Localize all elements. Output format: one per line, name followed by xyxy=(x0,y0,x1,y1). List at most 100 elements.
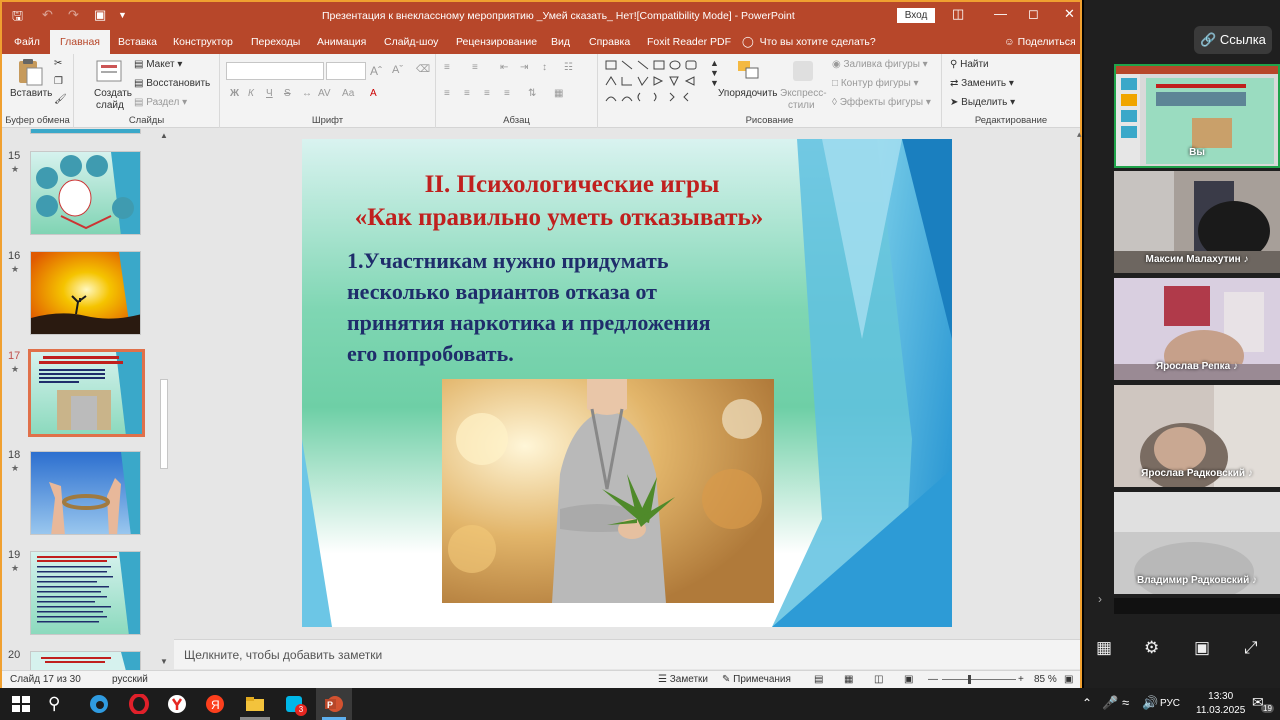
tab-file[interactable]: Файл xyxy=(14,36,40,48)
tab-help[interactable]: Справка xyxy=(589,36,630,48)
spacing-icon[interactable]: ↔ xyxy=(302,88,312,99)
quick-styles-button[interactable]: Экспресс- xyxy=(780,88,827,99)
layout-button[interactable]: ▤ Макет ▾ xyxy=(134,59,182,70)
font-name-select[interactable] xyxy=(226,62,324,80)
collapse-panel-icon[interactable]: › xyxy=(1098,592,1102,606)
windows-start-icon[interactable] xyxy=(10,694,32,714)
smartart-icon[interactable]: ▦ xyxy=(554,88,563,99)
clear-format-icon[interactable]: ⌫ xyxy=(416,64,430,75)
text-direction-icon[interactable]: ⇅ xyxy=(528,88,536,99)
participant-tile[interactable]: Ярослав Репка ♪ xyxy=(1114,278,1280,380)
slide-title-line-2[interactable]: «Как правильно уметь отказывать» xyxy=(304,204,814,232)
bold-button[interactable]: Ж xyxy=(230,88,239,99)
align-center-icon[interactable]: ≡ xyxy=(464,88,470,99)
fit-to-window-icon[interactable]: ▣ xyxy=(1064,674,1073,685)
slide-sorter-icon[interactable]: ▦ xyxy=(844,674,853,685)
zoom-out-icon[interactable]: — xyxy=(928,674,938,685)
expand-icon[interactable]: ▴ xyxy=(1077,129,1082,140)
search-icon[interactable]: ⚲ xyxy=(48,694,70,714)
slide-title-line-1[interactable]: II. Психологические игры xyxy=(302,171,842,199)
participant-tile[interactable]: Ярослав Радковский ♪ xyxy=(1114,385,1280,487)
powerpoint-taskbar-active[interactable]: P xyxy=(316,688,352,720)
underline-button[interactable]: Ч xyxy=(266,88,273,99)
wifi-icon[interactable]: ≈ xyxy=(1122,695,1144,715)
tab-home[interactable]: Главная xyxy=(50,30,110,54)
zoom-in-icon[interactable]: + xyxy=(1018,674,1024,685)
slideshow-view-icon[interactable]: ▣ xyxy=(904,674,913,685)
start-slideshow-icon[interactable]: ▣ xyxy=(94,7,106,23)
scroll-up-icon[interactable]: ▲ xyxy=(160,131,168,140)
zoom-slider[interactable] xyxy=(942,679,1016,680)
tab-foxit[interactable]: Foxit Reader PDF xyxy=(647,36,731,48)
align-left-icon[interactable]: ≡ xyxy=(444,88,450,99)
fullscreen-icon[interactable]: ⤢ xyxy=(1244,638,1264,658)
edge-browser-icon[interactable] xyxy=(88,694,110,714)
shapes-gallery[interactable] xyxy=(604,58,708,108)
bullets-icon[interactable]: ≡ xyxy=(444,62,450,73)
slide-thumbnail-17-selected[interactable] xyxy=(28,349,145,437)
opera-browser-icon[interactable] xyxy=(128,694,150,714)
share-button[interactable]: ☺ Поделиться xyxy=(1004,36,1076,48)
decrease-font-icon[interactable]: Aˇ xyxy=(392,64,403,76)
replace-button[interactable]: ⇄ Заменить ▾ xyxy=(950,78,1014,89)
char-spacing-icon[interactable]: AV xyxy=(318,88,331,99)
cut-icon[interactable]: ✂ xyxy=(54,58,62,69)
grid-view-icon[interactable]: ▦ xyxy=(1096,638,1116,658)
new-slide-icon[interactable] xyxy=(94,58,124,86)
close-icon[interactable]: ✕ xyxy=(1064,6,1075,22)
arrange-icon[interactable] xyxy=(734,58,764,86)
copy-icon[interactable]: ❐ xyxy=(54,76,63,87)
thumbnails-scrollbar[interactable]: ▲ ▼ xyxy=(158,129,170,670)
tab-animations[interactable]: Анимация xyxy=(317,36,366,48)
reading-view-icon[interactable]: ◫ xyxy=(874,674,883,685)
microphone-icon[interactable]: 🎤 xyxy=(1102,695,1124,715)
normal-view-icon[interactable]: ▤ xyxy=(814,674,823,685)
thumbnail-partial[interactable] xyxy=(30,129,141,134)
tell-me-search[interactable]: ◯ Что вы хотите сделать? xyxy=(742,36,876,48)
find-button[interactable]: ⚲ Найти xyxy=(950,59,989,70)
tab-transitions[interactable]: Переходы xyxy=(251,36,300,48)
justify-icon[interactable]: ≡ xyxy=(504,88,510,99)
yandex-icon[interactable]: Я xyxy=(204,694,226,714)
signin-button[interactable]: Вход xyxy=(897,8,935,23)
tab-review[interactable]: Рецензирование xyxy=(456,36,537,48)
strikethrough-button[interactable]: S xyxy=(284,88,291,99)
quick-styles-icon[interactable] xyxy=(788,58,818,86)
minimize-icon[interactable]: — xyxy=(994,6,1007,21)
decrease-indent-icon[interactable]: ⇤ xyxy=(500,62,508,73)
increase-font-icon[interactable]: Aˆ xyxy=(370,64,382,78)
tab-design[interactable]: Конструктор xyxy=(173,36,233,48)
save-icon[interactable]: 🖫 xyxy=(12,7,23,29)
select-button[interactable]: ➤ Выделить ▾ xyxy=(950,97,1015,108)
format-painter-icon[interactable]: 🖌 xyxy=(54,94,67,105)
zoom-slider-thumb[interactable] xyxy=(968,675,971,684)
italic-button[interactable]: К xyxy=(248,88,254,99)
slide-thumbnail-15[interactable] xyxy=(30,151,141,235)
section-button[interactable]: ▤ Раздел ▾ xyxy=(134,97,187,108)
columns-icon[interactable]: ☷ xyxy=(564,62,573,73)
slide-thumbnail-16[interactable] xyxy=(30,251,141,335)
arrange-button[interactable]: Упорядочить xyxy=(718,88,778,99)
font-color-icon[interactable]: A xyxy=(370,88,377,99)
tray-expand-icon[interactable]: ⌃ xyxy=(1082,696,1104,716)
font-size-select[interactable] xyxy=(326,62,366,80)
notes-pane[interactable]: Щелкните, чтобы добавить заметки xyxy=(174,639,1080,669)
participant-tile[interactable]: Владимир Радковский ♪ xyxy=(1114,492,1280,594)
numbering-icon[interactable]: ≡ xyxy=(472,62,478,73)
participant-tile[interactable]: Максим Малахутин ♪ xyxy=(1114,171,1280,273)
slide-canvas[interactable]: II. Психологические игры «Как правильно … xyxy=(302,139,952,627)
scroll-down-icon[interactable]: ▼ xyxy=(160,657,168,666)
language-indicator[interactable]: русский xyxy=(112,674,148,685)
tab-view[interactable]: Вид xyxy=(551,36,570,48)
shape-fill-button[interactable]: ◉ Заливка фигуры ▾ xyxy=(832,59,928,70)
participant-tile-self[interactable]: Вы xyxy=(1114,64,1280,168)
customize-qat-icon[interactable]: ▼ xyxy=(118,10,127,20)
ribbon-display-icon[interactable]: ◫ xyxy=(952,6,964,22)
scrollbar-thumb[interactable] xyxy=(160,379,168,469)
comments-toggle[interactable]: ✎ Примечания xyxy=(722,674,791,685)
paste-icon[interactable] xyxy=(14,58,44,86)
tab-slideshow[interactable]: Слайд-шоу xyxy=(384,36,438,48)
clock[interactable]: 13:30 11.03.2025 xyxy=(1196,690,1245,718)
paste-button[interactable]: Вставить xyxy=(10,88,52,99)
slide-photo[interactable] xyxy=(442,379,774,603)
